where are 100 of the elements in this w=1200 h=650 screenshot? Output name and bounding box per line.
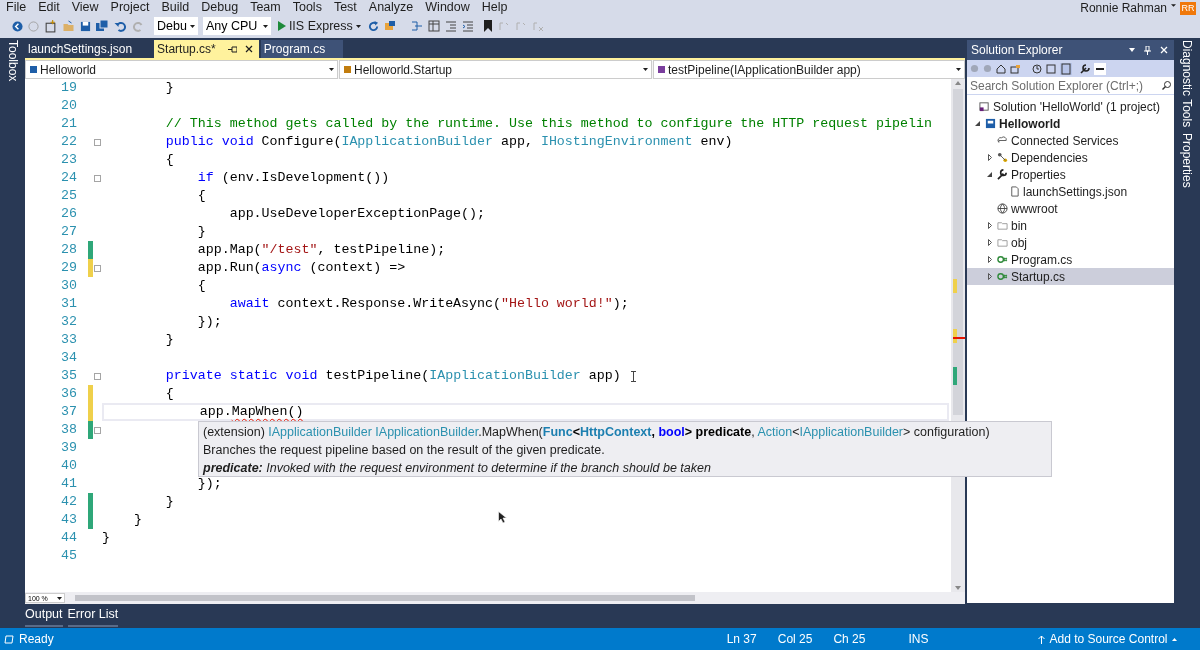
caret-icon[interactable] [355, 24, 361, 28]
caret-icon[interactable] [57, 596, 62, 600]
dropdown-icon[interactable] [1129, 48, 1135, 52]
method-icon [657, 65, 666, 74]
document-tab[interactable]: Startup.cs* [154, 40, 259, 58]
configuration-dropdown[interactable]: Debu [154, 17, 198, 35]
navigation-dropdown[interactable]: testPipeline(IApplicationBuilder app) [653, 60, 965, 79]
collapsed-arrow-icon[interactable] [987, 256, 992, 263]
tree-item[interactable]: obj [967, 234, 1174, 251]
code-line: app.UseDeveloperExceptionPage(); [228, 207, 485, 221]
line-number: 32 [60, 313, 77, 332]
collapse-icon[interactable] [1046, 63, 1056, 74]
user-name[interactable]: Ronnie Rahman [1080, 2, 1167, 14]
expanded-arrow-icon[interactable] [975, 121, 980, 126]
refresh-icon[interactable] [367, 20, 379, 32]
switch-views-icon[interactable] [1010, 63, 1022, 74]
run-button[interactable]: IIS Express [275, 17, 363, 35]
line-number: 44 [60, 529, 77, 548]
line-number: 35 [60, 367, 77, 386]
side-tab[interactable]: Toolbox [4, 40, 21, 82]
collapse-icon[interactable] [94, 174, 101, 182]
caret-icon[interactable] [189, 24, 195, 28]
line-number: 33 [60, 331, 77, 350]
column-indicator: Col 25 [777, 631, 813, 648]
bookmark-icon[interactable] [482, 20, 493, 32]
platform-dropdown[interactable]: Any CPU [202, 17, 271, 35]
home-icon[interactable] [996, 63, 1006, 74]
menu-item[interactable]: Edit [32, 0, 66, 14]
menu-item[interactable]: Window [419, 0, 476, 14]
caret-icon[interactable] [329, 68, 334, 71]
tree-item[interactable]: Properties [967, 166, 1174, 183]
menu-item[interactable]: Tools [286, 0, 328, 14]
summary-text: Branches the request pipeline based on the result of the given predicate. [203, 442, 606, 459]
mouse-pointer-icon [498, 511, 507, 524]
collapsed-arrow-icon[interactable] [987, 239, 992, 246]
signature-text: (extension) IApplicationBuilder IApplicationBuilder.MapWhen(Func<HttpContext, bool> predicate, Action<IApplicationBuilder> configuration) [203, 424, 991, 441]
tree-item[interactable]: Solution 'HelloWorld' (1 project) [967, 98, 1174, 115]
menu-item[interactable]: Debug [195, 0, 245, 14]
navigation-dropdown[interactable]: Helloworld [25, 60, 338, 79]
search-field[interactable]: Search Solution Explorer (Ctrl+;) [967, 77, 1174, 95]
scroll-down-icon[interactable] [955, 586, 961, 590]
panel-tab[interactable]: Error List [67, 605, 119, 627]
line-number: 26 [60, 205, 77, 224]
save-all-icon[interactable] [96, 20, 109, 32]
menu-item[interactable]: View [65, 0, 105, 14]
pin-icon[interactable] [227, 45, 237, 53]
menu-item[interactable]: Project [104, 0, 156, 14]
preview-icon[interactable] [1094, 62, 1106, 75]
tree-item[interactable]: Dependencies [967, 149, 1174, 166]
collapse-icon[interactable] [94, 372, 101, 380]
line-number: 21 [60, 115, 77, 134]
document-tab[interactable]: Program.cs [260, 40, 344, 58]
parameter-text: predicate: Invoked with the request environment to determine if the branch should be taken [203, 460, 712, 477]
tree-item[interactable]: Startup.cs [967, 268, 1174, 285]
new-project-icon[interactable] [44, 19, 57, 33]
expanded-arrow-icon[interactable] [987, 172, 992, 177]
scroll-up-icon[interactable] [955, 81, 961, 85]
side-tab[interactable]: Diagnostic Tools [1179, 40, 1195, 128]
show-files-icon[interactable] [1060, 62, 1072, 75]
step-icon[interactable] [410, 20, 423, 32]
project-icon [985, 118, 996, 129]
menu-item[interactable]: Test [327, 0, 363, 14]
collapse-icon[interactable] [94, 264, 101, 272]
tree-item[interactable]: Helloworld [967, 115, 1174, 132]
browser-link-icon[interactable] [383, 20, 396, 32]
caret-icon[interactable] [1171, 3, 1176, 7]
code-line: { [196, 279, 206, 293]
menu-item[interactable]: Build [155, 0, 196, 14]
collapsed-arrow-icon[interactable] [987, 154, 992, 161]
menu-item[interactable]: File [0, 0, 33, 14]
tree-item[interactable]: wwwroot [967, 200, 1174, 217]
collapse-icon[interactable] [94, 426, 101, 434]
menu-item[interactable]: Help [475, 0, 514, 14]
menu-item[interactable]: Team [244, 0, 287, 14]
tree-item[interactable]: bin [967, 217, 1174, 234]
side-tab[interactable]: Properties [1179, 133, 1195, 188]
history-icon[interactable] [1032, 63, 1042, 74]
collapsed-arrow-icon[interactable] [987, 273, 992, 280]
close-icon[interactable] [244, 45, 253, 53]
table-icon[interactable] [427, 20, 440, 32]
caret-icon[interactable] [643, 68, 648, 71]
undo-icon[interactable] [114, 20, 127, 32]
tree-item[interactable]: Program.cs [967, 251, 1174, 268]
collapsed-arrow-icon[interactable] [987, 222, 992, 229]
panel-tab[interactable]: Output [25, 605, 63, 627]
code-line: // This method gets called by the runtime. Use this method to configure the HTTP request pipelin [164, 117, 932, 131]
menu-item[interactable]: Analyze [362, 0, 420, 14]
code-line: await context.Response.WriteAsync("Hello world!"); [228, 297, 629, 311]
save-icon[interactable] [80, 20, 91, 32]
line-number: 28 [60, 241, 77, 260]
tree-item[interactable]: launchSettings.json [967, 183, 1174, 200]
document-tab[interactable]: launchSettings.json [25, 40, 153, 58]
navigation-dropdown[interactable]: Helloworld.Startup [339, 60, 652, 79]
back-icon[interactable] [12, 20, 23, 32]
source-control-button[interactable]: Add to Source Control [1038, 630, 1177, 648]
tree-item[interactable]: Connected Services [967, 132, 1174, 149]
collapse-icon[interactable] [94, 138, 101, 146]
caret-icon[interactable] [262, 24, 268, 28]
caret-icon[interactable] [956, 68, 961, 71]
wrench-icon[interactable] [1080, 63, 1090, 74]
